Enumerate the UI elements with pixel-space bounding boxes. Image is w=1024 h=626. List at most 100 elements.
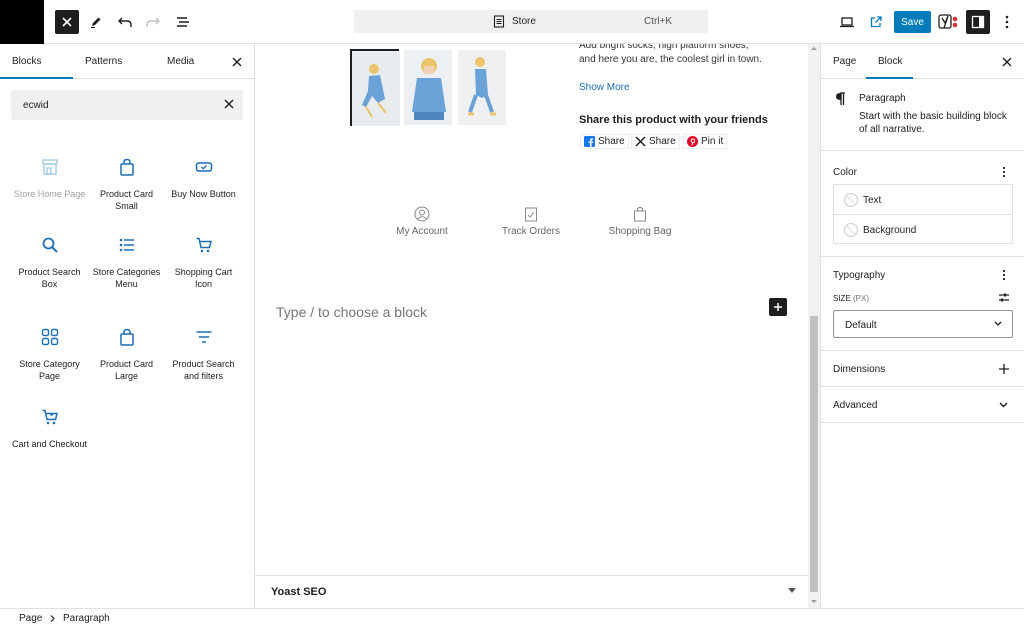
scroll-up-arrow-icon[interactable] [808,44,820,54]
user-icon [414,206,430,222]
breadcrumb-item-paragraph[interactable]: Paragraph [63,613,110,624]
more-vertical-icon[interactable] [1002,269,1006,281]
product-thumbnail[interactable] [458,50,506,125]
facebook-share-button[interactable]: Share [580,134,629,149]
product-photo [404,50,452,125]
active-tab-indicator [0,77,73,79]
font-size-select[interactable]: Default [833,310,1013,338]
block-store-home-page[interactable]: Store Home Page [11,158,88,200]
settings-panel-icon [971,15,985,29]
track-orders-link[interactable]: Track Orders [497,206,565,237]
size-label: SIZE (PX) [833,294,869,303]
dimensions-panel[interactable]: Dimensions [821,351,1024,387]
font-size-value: Default [845,320,877,331]
block-buy-now-button[interactable]: Buy Now Button [165,158,242,200]
custom-size-icon[interactable] [998,292,1010,303]
tab-page[interactable]: Page [833,56,856,67]
tab-media[interactable]: Media [167,56,194,67]
view-post-button[interactable] [864,10,888,34]
color-option-label: Background [863,225,917,236]
color-options: Text Background [833,184,1013,244]
list-view-icon [177,17,189,27]
block-name: Paragraph [859,93,906,104]
external-link-icon [870,16,882,28]
share-label: Pin it [701,136,724,147]
canvas-scrollbar[interactable] [808,44,820,608]
block-label: Cart and Checkout [11,439,88,449]
close-sidebar-button[interactable] [995,50,1019,74]
block-store-category-page[interactable]: Store Category Page [11,328,88,382]
grid-icon [41,328,58,346]
block-card: Paragraph Start with the basic building … [821,79,1024,151]
options-button[interactable] [995,10,1019,34]
block-product-card-large[interactable]: Product Card Large [88,328,165,382]
plus-icon[interactable] [999,364,1009,374]
color-option-label: Text [863,195,882,206]
block-description: of all narrative. [859,124,925,135]
buy-button-icon [195,162,212,172]
dimensions-panel-title: Dimensions [833,364,886,375]
pinterest-share-button[interactable]: Pin it [683,134,728,149]
save-button[interactable]: Save [894,11,931,33]
scrollbar-thumb[interactable] [810,316,818,592]
paragraph-placeholder[interactable]: Type / to choose a block [276,304,427,320]
account-link-label: Track Orders [502,226,560,237]
advanced-panel[interactable]: Advanced [821,387,1024,423]
yoast-button[interactable] [937,10,961,34]
paragraph-icon [836,92,845,105]
editor-canvas[interactable]: Add bright socks, high platform shoes, a… [255,44,808,575]
block-cart-and-checkout[interactable]: Cart and Checkout [11,408,88,450]
block-search-input[interactable]: ecwid [11,90,243,120]
more-vertical-icon [1005,15,1009,29]
facebook-icon [584,136,595,147]
more-vertical-icon[interactable] [1002,166,1006,178]
site-logo[interactable] [0,0,44,44]
settings-sidebar: Page Block Paragraph Start with the basi… [820,44,1024,608]
scroll-down-arrow-icon[interactable] [808,596,820,606]
block-store-categories-menu[interactable]: Store Categories Menu [88,236,165,290]
x-share-button[interactable]: Share [631,134,680,149]
yoast-seo-panel[interactable]: Yoast SEO [255,575,808,608]
command-palette-button[interactable]: Store Ctrl+K [354,10,708,33]
shopping-bag-link[interactable]: Shopping Bag [605,206,675,237]
list-view-button[interactable] [171,10,195,34]
tab-block[interactable]: Block [878,56,902,67]
preview-button[interactable] [835,10,859,34]
tools-button[interactable] [84,10,108,34]
size-label-text: SIZE [833,294,851,303]
product-thumbnail[interactable] [404,50,452,125]
tab-blocks[interactable]: Blocks [12,56,41,67]
close-panel-button[interactable] [225,50,249,74]
settings-toggle-button[interactable] [966,10,990,34]
keyboard-shortcut: Ctrl+K [643,16,672,27]
caret-down-icon [788,588,796,593]
block-description: Start with the basic building block [859,111,1007,122]
show-more-link[interactable]: Show More [579,82,630,93]
color-swatch [844,193,858,207]
close-icon [62,17,72,27]
background-color-option[interactable]: Background [834,215,1012,245]
text-color-option[interactable]: Text [834,185,1012,215]
block-product-search-box[interactable]: Product Search Box [11,236,88,290]
share-heading: Share this product with your friends [579,114,768,126]
block-product-search-filters[interactable]: Product Search and filters [165,328,242,382]
cart-icon [42,409,58,425]
block-label: Product Card Large [99,359,154,381]
block-product-card-small[interactable]: Product Card Small [88,158,165,212]
product-thumbnail[interactable] [350,49,400,126]
my-account-link[interactable]: My Account [390,206,454,237]
plus-icon [774,303,782,311]
block-inserter-panel: Blocks Patterns Media ecwid Store Home P… [0,44,255,608]
tab-patterns[interactable]: Patterns [85,56,122,67]
block-label: Shopping Cart Icon [174,267,233,289]
clear-search-icon[interactable] [224,99,234,109]
redo-button[interactable] [141,10,165,34]
description-line: and here you are, the coolest girl in to… [579,54,762,65]
add-block-button[interactable] [769,298,787,316]
shopping-bag-icon [119,328,134,346]
undo-button[interactable] [113,10,137,34]
close-inserter-button[interactable] [55,10,79,34]
breadcrumb-item-page[interactable]: Page [19,613,42,624]
block-shopping-cart-icon[interactable]: Shopping Cart Icon [165,236,242,290]
close-icon [1002,57,1012,67]
